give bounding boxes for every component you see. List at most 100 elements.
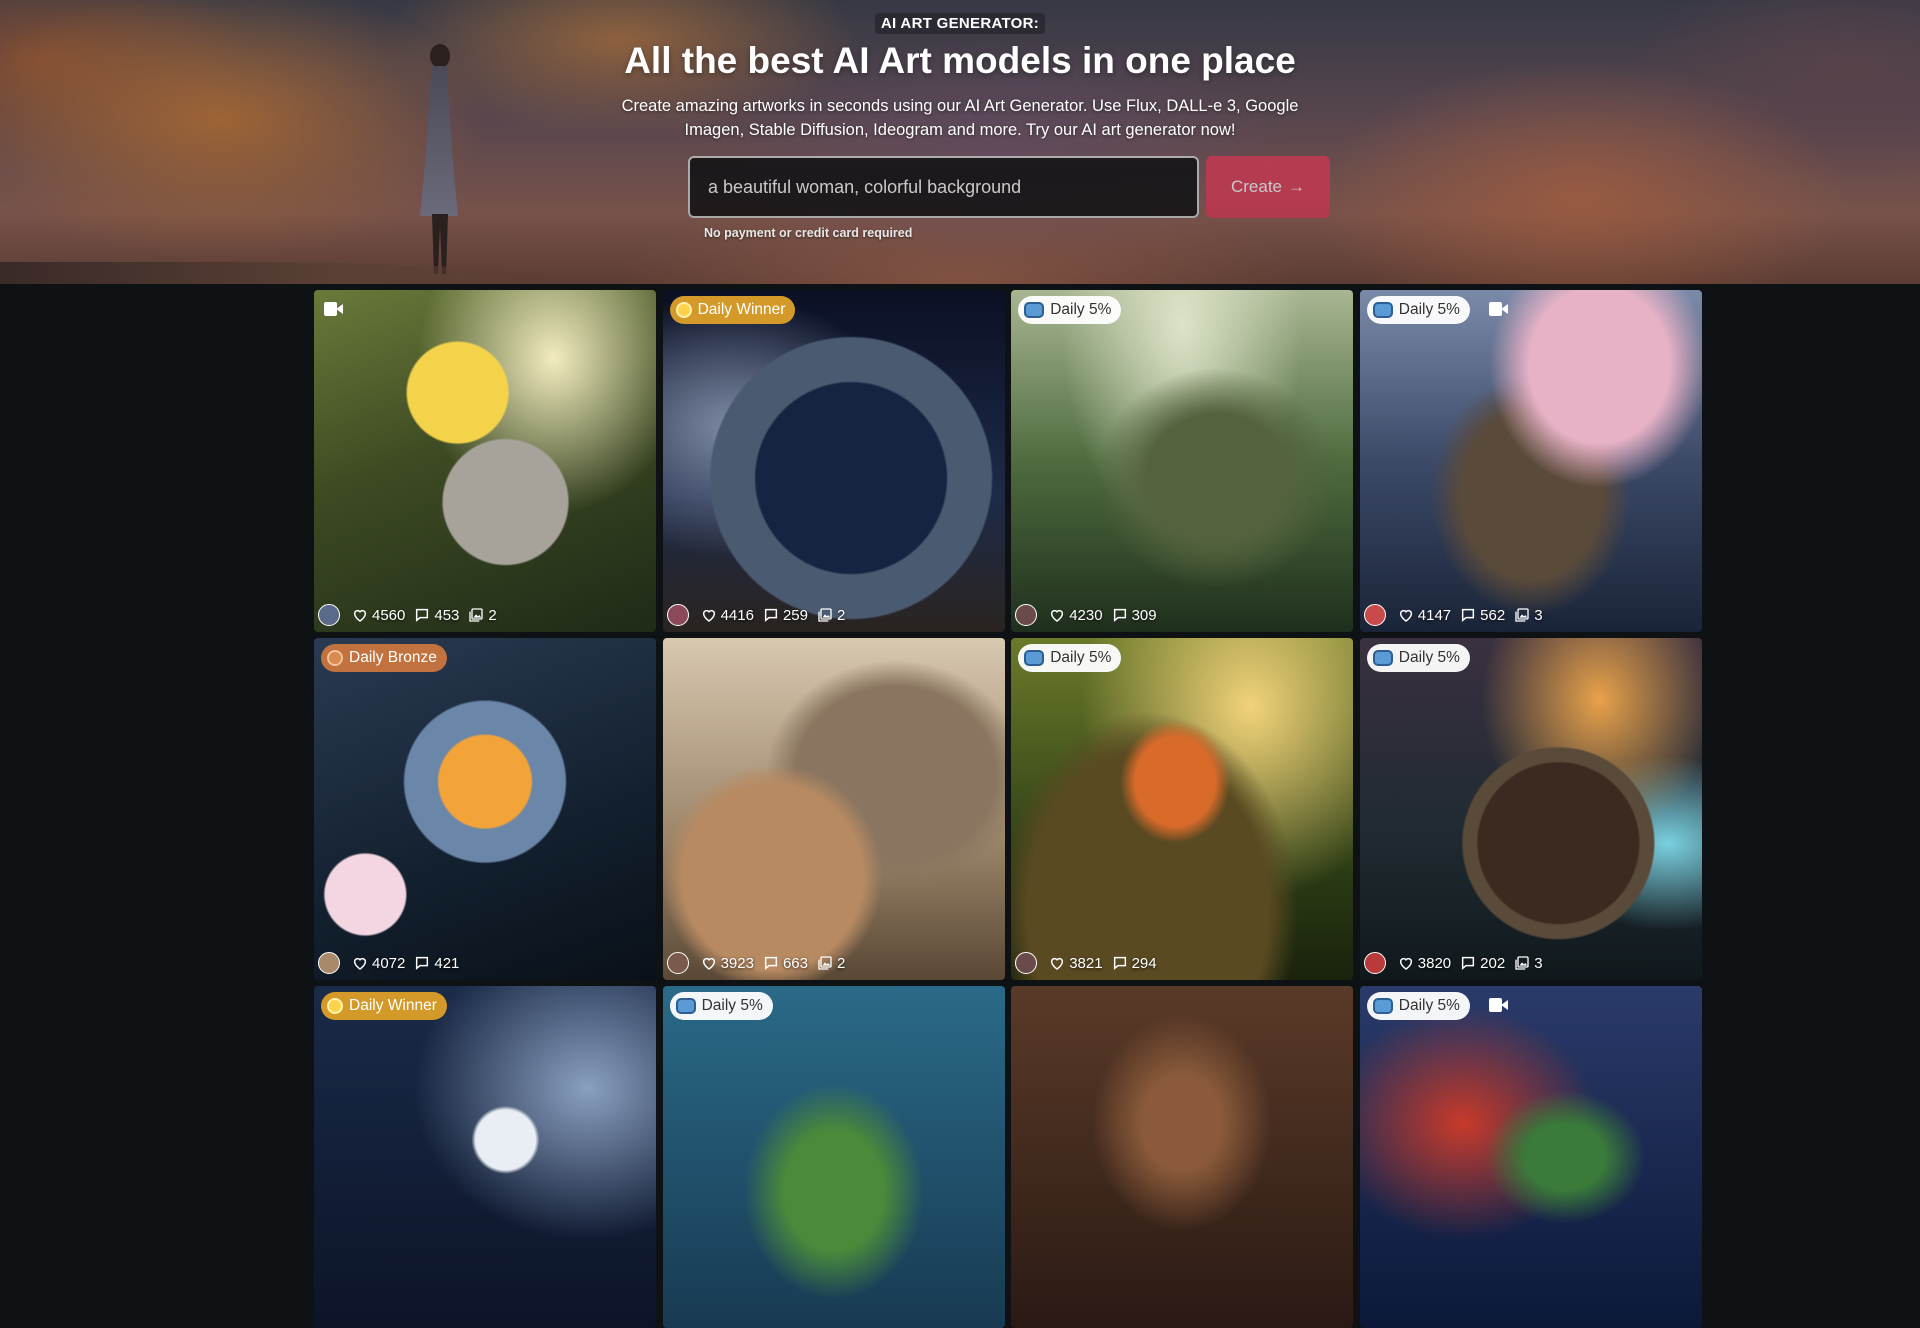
artwork-image[interactable] — [662, 290, 1005, 632]
comments-count: 663 — [782, 954, 808, 972]
likes-stat[interactable]: 3923 — [701, 955, 754, 972]
card-stats: 3923 663 2 — [666, 952, 849, 974]
likes-stat[interactable]: 3820 — [1398, 955, 1451, 972]
heart-icon — [1398, 607, 1414, 623]
robot-icon — [1372, 650, 1393, 666]
hero-rock — [0, 262, 560, 284]
artwork-image[interactable] — [662, 986, 1005, 1328]
comments-count: 259 — [782, 606, 808, 624]
card-stats: 4416 259 2 — [666, 604, 849, 626]
avatar[interactable] — [318, 952, 340, 974]
heart-icon — [701, 955, 717, 971]
avatar[interactable] — [666, 604, 689, 626]
award-badge: Daily Winner — [321, 992, 447, 1020]
artwork-image[interactable] — [314, 986, 656, 1328]
art-card[interactable]: 3923 663 2 — [662, 638, 1005, 980]
artwork-image[interactable] — [1359, 986, 1702, 1328]
images-count: 2 — [488, 606, 497, 624]
hero-content: AI ART GENERATOR: All the best AI Art mo… — [0, 0, 1920, 142]
avatar[interactable] — [1015, 952, 1038, 974]
comments-count: 453 — [434, 606, 460, 624]
create-button-label: Create — [1230, 177, 1283, 196]
likes-count: 3821 — [1069, 954, 1103, 972]
badge-label: Daily 5% — [1398, 649, 1460, 666]
comments-stat[interactable]: 453 — [414, 607, 459, 624]
badge-label: Daily Winner — [697, 301, 786, 318]
award-badge: Daily 5% — [1366, 644, 1470, 672]
likes-count: 4560 — [372, 606, 406, 624]
comments-count: 294 — [1131, 954, 1157, 972]
images-icon — [1514, 607, 1530, 623]
artwork-image[interactable] — [1011, 986, 1354, 1328]
badge-label: Daily 5% — [1398, 301, 1460, 318]
comments-stat[interactable]: 294 — [1112, 955, 1157, 972]
page-title: All the best AI Art models in one place — [624, 40, 1296, 81]
comments-stat[interactable]: 562 — [1460, 607, 1505, 624]
medal-icon — [327, 650, 343, 666]
award-badge: Daily 5% — [1366, 296, 1470, 324]
likes-stat[interactable]: 4560 — [352, 607, 405, 624]
art-gallery: 4560 453 2 Daily Winner 4416 259 2 Daily 5% 4230… — [314, 290, 1702, 1328]
art-card[interactable]: Daily Winner 4416 259 2 — [662, 290, 1005, 632]
likes-stat[interactable]: 4416 — [701, 607, 754, 624]
art-card[interactable]: Daily 5% 4147 562 3 — [1359, 290, 1702, 632]
comments-stat[interactable]: 421 — [414, 955, 459, 972]
likes-stat[interactable]: 4072 — [352, 955, 405, 972]
art-card[interactable]: Daily Winner — [314, 986, 656, 1328]
heart-icon — [352, 955, 368, 971]
avatar[interactable] — [1015, 604, 1038, 626]
art-card[interactable]: Daily 5% — [662, 986, 1005, 1328]
card-stats: 4230 309 — [1015, 604, 1159, 626]
likes-stat[interactable]: 3821 — [1049, 954, 1103, 972]
art-card[interactable] — [1011, 986, 1354, 1328]
create-button[interactable]: Create → — [1206, 156, 1330, 218]
medal-icon — [327, 998, 343, 1014]
comments-count: 202 — [1480, 954, 1506, 972]
prompt-input[interactable] — [688, 156, 1199, 218]
award-badge: Daily Bronze — [321, 644, 447, 672]
comments-stat[interactable]: 663 — [763, 955, 808, 972]
comments-stat[interactable]: 259 — [763, 607, 808, 624]
likes-stat[interactable]: 4230 — [1049, 607, 1103, 624]
art-card[interactable]: Daily 5% — [1359, 986, 1702, 1328]
likes-count: 4072 — [372, 954, 406, 972]
avatar[interactable] — [1363, 952, 1386, 974]
comments-stat[interactable]: 202 — [1460, 955, 1505, 972]
robot-icon — [675, 998, 696, 1014]
award-badge: Daily 5% — [1018, 296, 1122, 324]
avatar[interactable] — [666, 952, 689, 974]
hero-kicker: AI ART GENERATOR: — [874, 13, 1046, 34]
images-icon — [468, 607, 484, 623]
art-card[interactable]: Daily 5% 3821 294 — [1011, 638, 1354, 980]
artwork-image[interactable] — [1359, 290, 1702, 632]
card-stats: 4560 453 2 — [318, 604, 500, 626]
avatar[interactable] — [318, 604, 340, 626]
badge-label: Daily 5% — [1398, 997, 1460, 1014]
artwork-image[interactable] — [662, 638, 1005, 980]
comments-stat[interactable]: 309 — [1112, 607, 1157, 624]
images-stat: 2 — [817, 607, 845, 624]
likes-stat[interactable]: 4147 — [1398, 607, 1451, 624]
card-stats: 4147 562 3 — [1363, 604, 1546, 626]
artwork-image[interactable] — [1359, 638, 1702, 980]
art-card[interactable]: Daily Bronze 4072 421 — [314, 638, 656, 980]
art-card[interactable]: 4560 453 2 — [314, 290, 656, 632]
heart-icon — [352, 607, 368, 623]
artwork-image[interactable] — [1011, 638, 1354, 980]
comments-count: 562 — [1480, 606, 1506, 624]
award-badge: Daily 5% — [669, 992, 773, 1020]
artwork-image[interactable] — [314, 638, 656, 980]
artwork-image[interactable] — [1011, 290, 1354, 632]
art-card[interactable]: Daily 5% 4230 309 — [1011, 290, 1354, 632]
artwork-image[interactable] — [314, 290, 656, 632]
comments-count: 309 — [1131, 606, 1157, 624]
hero-subtitle: Create amazing artworks in seconds using… — [621, 97, 1299, 139]
avatar[interactable] — [1363, 604, 1386, 626]
images-stat: 3 — [1514, 954, 1543, 972]
card-stats: 4072 421 — [318, 952, 462, 974]
robot-icon — [1024, 302, 1045, 318]
images-count: 3 — [1534, 954, 1543, 972]
art-card[interactable]: Daily 5% 3820 202 3 — [1359, 638, 1702, 980]
award-badge: Daily 5% — [1366, 992, 1470, 1020]
images-count: 3 — [1534, 606, 1543, 624]
